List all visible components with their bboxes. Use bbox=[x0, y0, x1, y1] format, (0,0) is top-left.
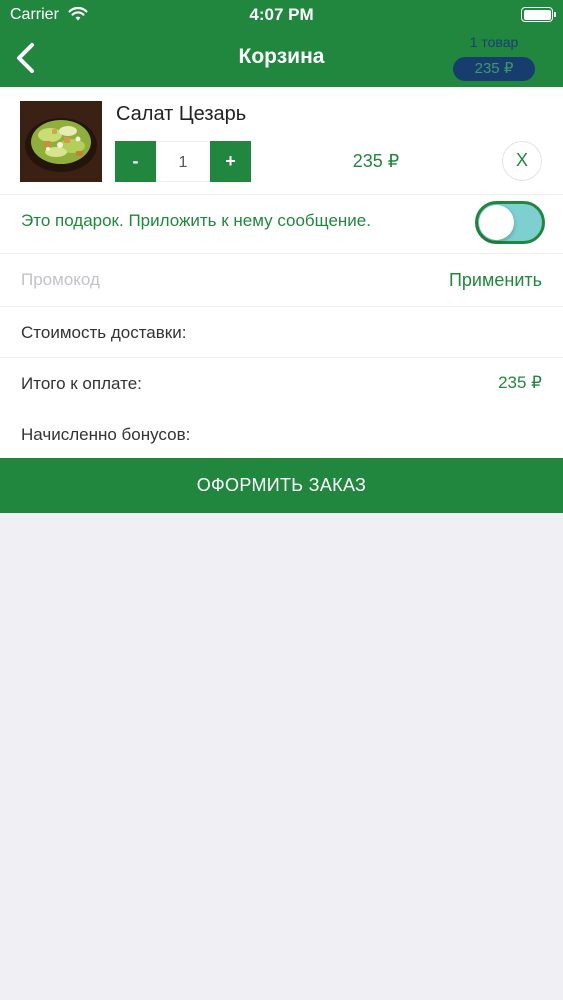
checkout-button[interactable]: ОФОРМИТЬ ЗАКАЗ bbox=[0, 458, 563, 513]
product-name: Салат Цезарь bbox=[116, 103, 247, 125]
product-price: 235 ₽ bbox=[352, 151, 400, 171]
total-value: 235 ₽ bbox=[498, 373, 542, 392]
divider bbox=[0, 306, 563, 307]
divider bbox=[0, 253, 563, 254]
cart-panel: Салат Цезарь - 1 + 235 ₽ X Это подарок. … bbox=[0, 87, 563, 458]
decrease-quantity-button[interactable]: - bbox=[115, 141, 156, 182]
delivery-cost-label: Стоимость доставки: bbox=[21, 323, 187, 342]
gift-message-label: Это подарок. Приложить к нему сообщение. bbox=[21, 211, 371, 230]
toggle-knob bbox=[479, 205, 514, 240]
divider bbox=[0, 194, 563, 195]
caesar-salad-photo bbox=[20, 101, 102, 182]
status-bar: Carrier 4:07 PM bbox=[0, 0, 563, 30]
remove-item-button[interactable]: X bbox=[502, 141, 542, 181]
bonus-label: Начисленно бонусов: bbox=[21, 425, 191, 444]
apply-promo-button[interactable]: Применить bbox=[420, 270, 542, 291]
total-label: Итого к оплате: bbox=[21, 374, 142, 393]
promo-code-input[interactable] bbox=[21, 267, 401, 293]
gift-toggle[interactable] bbox=[475, 201, 545, 244]
product-image bbox=[20, 101, 102, 182]
divider bbox=[0, 357, 563, 358]
cart-total-badge: 235 ₽ bbox=[453, 57, 535, 81]
cart-items-count: 1 товар bbox=[469, 34, 519, 50]
clock: 4:07 PM bbox=[249, 5, 314, 24]
quantity-value: 1 bbox=[156, 141, 210, 182]
navigation-bar: Корзина 1 товар 235 ₽ bbox=[0, 30, 563, 87]
increase-quantity-button[interactable]: + bbox=[210, 141, 251, 182]
battery-icon bbox=[521, 7, 556, 22]
